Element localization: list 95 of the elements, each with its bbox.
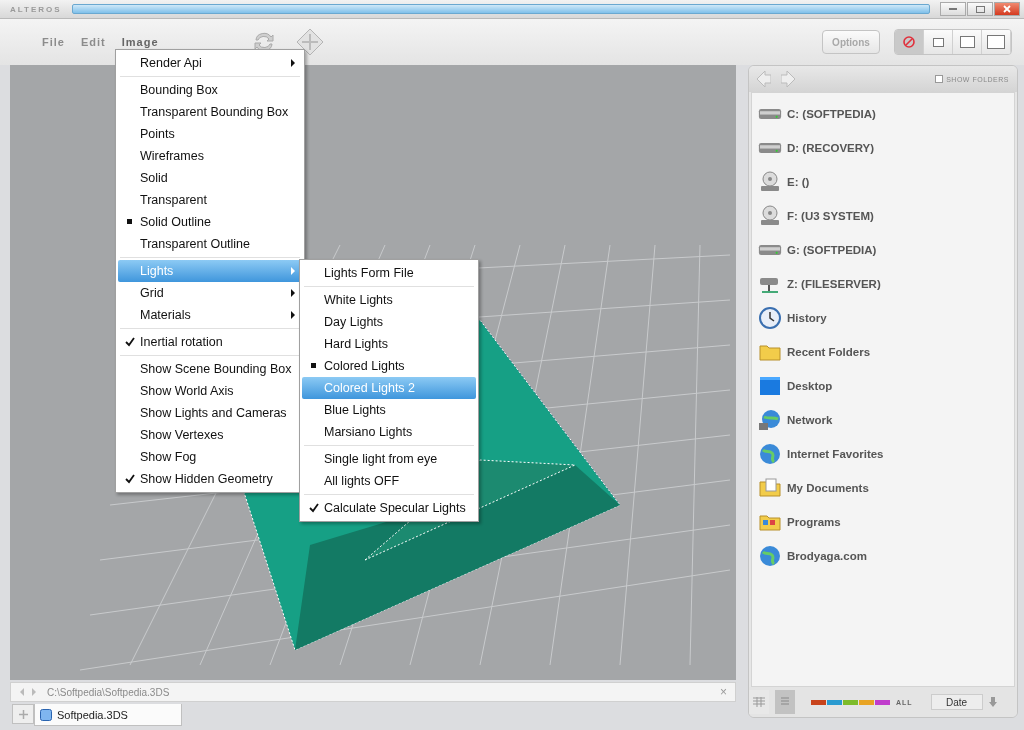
bullet-icon — [127, 219, 132, 224]
file-path: C:\Softpedia\Softpedia.3DS — [47, 686, 171, 698]
checkmark-icon — [309, 503, 319, 513]
hard-drive-icon — [758, 109, 782, 119]
square-icon — [959, 36, 975, 48]
view-toggle-button[interactable] — [749, 690, 769, 714]
document-icon — [40, 708, 52, 721]
color-filter[interactable] — [811, 699, 826, 705]
view-mode-button[interactable] — [953, 30, 982, 54]
minimize-icon — [949, 8, 957, 10]
small-square-icon — [932, 37, 944, 47]
sort-field[interactable]: Date — [930, 694, 983, 710]
back-forward-arrows-icon — [19, 688, 37, 696]
browser-item[interactable]: Desktop — [758, 369, 1008, 403]
menu-item[interactable]: Single light from eye — [302, 448, 476, 470]
menu-item[interactable]: Wireframes — [118, 145, 302, 167]
menu-item[interactable]: Solid Outline — [118, 211, 302, 233]
close-button[interactable] — [994, 2, 1020, 16]
desktop-icon — [758, 374, 782, 398]
menu-item[interactable]: Show Fog — [118, 446, 302, 468]
new-tab-button[interactable] — [12, 704, 34, 724]
grid-view-icon — [753, 697, 765, 707]
minimize-button[interactable] — [940, 2, 966, 16]
browser-item[interactable]: My Documents — [758, 471, 1008, 505]
menu-item[interactable]: Show Scene Bounding Box — [118, 358, 302, 380]
plus-icon — [18, 709, 28, 719]
menu-item[interactable]: Day Lights — [302, 311, 476, 333]
browser-item[interactable]: Internet Favorites — [758, 437, 1008, 471]
menu-item[interactable]: Materials — [118, 304, 302, 326]
menu-item[interactable]: All lights OFF — [302, 470, 476, 492]
color-filter[interactable] — [827, 699, 842, 705]
view-mode-button[interactable] — [924, 30, 953, 54]
documents-folder-icon — [758, 476, 782, 500]
menu-item[interactable]: Transparent — [118, 189, 302, 211]
menu-item[interactable]: Show Hidden Geometry — [118, 468, 302, 490]
globe-icon — [758, 442, 782, 466]
browser-item[interactable]: Brodyaga.com — [758, 539, 1008, 573]
maximize-button[interactable] — [967, 2, 993, 16]
forward-button[interactable] — [781, 71, 795, 87]
color-filter[interactable] — [859, 699, 874, 705]
maximize-icon — [975, 5, 985, 13]
menu-item[interactable]: Hard Lights — [302, 333, 476, 355]
menu-item[interactable]: Show World Axis — [118, 380, 302, 402]
menu-bar-item[interactable]: Image — [115, 36, 165, 48]
hard-drive-icon — [758, 143, 782, 153]
browser-item[interactable]: C: (SOFTPEDIA) — [758, 97, 1008, 131]
menu-item[interactable]: Grid — [118, 282, 302, 304]
browser-item[interactable]: History — [758, 301, 1008, 335]
checkmark-icon — [125, 337, 135, 347]
menu-item[interactable]: White Lights — [302, 289, 476, 311]
view-mode-button[interactable] — [982, 30, 1011, 54]
down-arrow-icon[interactable] — [988, 697, 997, 707]
view-toggle-button[interactable] — [775, 690, 795, 714]
browser-item[interactable]: D: (RECOVERY) — [758, 131, 1008, 165]
back-button[interactable] — [757, 71, 771, 87]
stop-icon — [903, 36, 915, 48]
browser-item[interactable]: E: () — [758, 165, 1008, 199]
menu-item[interactable]: Marsiano Lights — [302, 421, 476, 443]
close-icon — [1003, 5, 1011, 13]
back-arrow-icon — [757, 71, 771, 87]
cd-drive-icon — [758, 170, 782, 194]
menu-item[interactable]: Lights Form File — [302, 262, 476, 284]
cd-drive-icon — [758, 204, 782, 228]
globe-icon — [758, 544, 782, 568]
menu-item[interactable]: Calculate Specular Lights — [302, 497, 476, 519]
large-square-icon — [987, 35, 1005, 49]
network-globe-icon — [758, 408, 782, 432]
document-tab[interactable]: Softpedia.3DS — [34, 704, 182, 726]
bullet-icon — [311, 363, 316, 368]
menu-item[interactable]: Solid — [118, 167, 302, 189]
list-view-icon — [781, 697, 789, 707]
menu-item[interactable]: Transparent Bounding Box — [118, 101, 302, 123]
checkmark-icon — [125, 474, 135, 484]
color-filter[interactable] — [843, 699, 858, 705]
browser-item[interactable]: G: (SOFTPEDIA) — [758, 233, 1008, 267]
browser-item[interactable]: Recent Folders — [758, 335, 1008, 369]
window-title: ALTEROS — [10, 4, 62, 14]
menu-item[interactable]: Points — [118, 123, 302, 145]
menu-item[interactable]: Show Vertexes — [118, 424, 302, 446]
menu-item[interactable]: Show Lights and Cameras — [118, 402, 302, 424]
color-filter[interactable] — [875, 699, 890, 705]
view-mode-button[interactable] — [895, 30, 924, 54]
menu-item[interactable]: Transparent Outline — [118, 233, 302, 255]
menu-item[interactable]: Blue Lights — [302, 399, 476, 421]
forward-arrow-icon — [781, 71, 795, 87]
browser-item[interactable]: Z: (FILESERVER) — [758, 267, 1008, 301]
browser-item[interactable]: Programs — [758, 505, 1008, 539]
menu-item[interactable]: Colored Lights — [302, 355, 476, 377]
browser-item[interactable]: Network — [758, 403, 1008, 437]
hard-drive-icon — [758, 245, 782, 255]
browser-item[interactable]: F: (U3 SYSTEM) — [758, 199, 1008, 233]
menu-item[interactable]: Inertial rotation — [118, 331, 302, 353]
menu-item[interactable]: Bounding Box — [118, 79, 302, 101]
clock-icon — [758, 306, 782, 330]
menu-item[interactable]: Render Api — [118, 52, 302, 74]
